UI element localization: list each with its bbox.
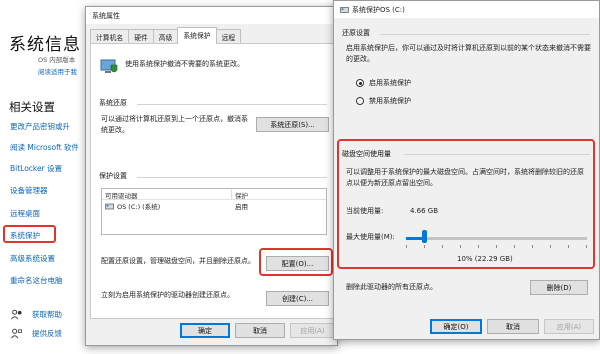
max-usage-label: 最大使用量(M): [346,233,395,241]
slider-thumb[interactable] [422,230,427,243]
max-usage-value: 10% (22.29 GB) [457,255,513,263]
column-protection[interactable]: 保护 [232,189,251,200]
license-terms-link[interactable]: 阅读适用于我 [38,66,77,76]
drive-cell: OS (C:) (系统) [102,201,232,211]
slider-tick [442,245,443,248]
enable-protection-radio[interactable]: 启用系统保护 [356,78,411,88]
create-description: 立刻为启用系统保护的驱动器创建还原点。 [101,291,234,299]
delete-description: 删除此驱动器的所有还原点。 [346,283,437,291]
disable-protection-label: 禁用系统保护 [369,97,411,105]
divider [404,154,590,155]
column-drives[interactable]: 可用驱动器 [102,189,232,200]
ok-button[interactable]: 确定(O) [430,319,482,334]
slider-tick [550,245,551,248]
radio-dot [356,97,364,105]
system-protection-dialog: 系统保护OS (C:) 还原设置 启用系统保护后，你可以通过及时将计算机还原到以… [333,0,600,340]
tab-hardware[interactable]: 硬件 [128,29,154,44]
page-title: 系统信息 [9,35,81,55]
intro-text: 使用系统保护撤消不需要的系统更改。 [125,60,244,68]
max-usage-slider[interactable] [406,237,587,240]
slider-tick [586,245,587,248]
os-build-label: OS 内部版本 [38,56,76,64]
create-button[interactable]: 创建(C)... [266,291,329,306]
tab-advanced[interactable]: 高级 [152,29,179,44]
slider-tick [496,245,497,248]
configure-description: 配置还原设置，管理磁盘空间，并且删除还原点。 [101,257,255,265]
current-usage-value: 4.66 GB [410,207,439,215]
divider [137,104,327,105]
change-product-key-link[interactable]: 更改产品密钥或升 [10,121,70,132]
system-properties-titlebar[interactable]: 系统属性 [86,7,337,24]
drive-list[interactable]: 可用驱动器 保护 OS (C:) (系统) 启用 [101,188,327,235]
disk-usage-description: 可以调整用于系统保护的最大磁盘空间。占满空间时，系统将删除较旧的还原点以便为新还… [346,168,584,187]
restore-settings-description: 启用系统保护后，你可以通过及时将计算机还原到以前的某个状态来撤消不需要的更改。 [346,44,591,63]
dialog-title: 系统属性 [92,11,120,20]
divider [380,34,590,35]
tab-remote[interactable]: 远程 [215,29,242,44]
configure-highlight [259,248,333,276]
current-usage-label: 当前使用量: [346,207,384,215]
cancel-button[interactable]: 取消 [235,323,285,338]
protection-settings-heading: 保护设置 [99,172,127,180]
radio-dot-selected [356,79,364,87]
feedback-link[interactable]: 提供反馈 [11,328,62,339]
system-protection-shield-icon [100,59,118,73]
dialog-title: 系统保护OS (C:) [352,5,405,14]
bitlocker-settings-link[interactable]: BitLocker 设置 [10,163,62,174]
system-restore-heading: 系统还原 [99,99,127,107]
related-settings-heading: 相关设置 [9,100,55,114]
feedback-label: 提供反馈 [32,329,62,338]
apply-button[interactable]: 应用(A) [290,323,335,338]
help-person-icon [11,309,22,320]
advanced-system-settings-link[interactable]: 高级系统设置 [10,253,55,264]
drive-icon [105,203,114,209]
microsoft-license-link[interactable]: 阅读 Microsoft 软件 [10,142,79,153]
slider-ticks [406,245,587,248]
tab-computer-name[interactable]: 计算机名 [90,29,130,44]
tab-strip: 计算机名 硬件 高级 系统保护 远程 [90,27,242,44]
restore-description: 可以通过将计算机还原到上一个还原点，撤消系统更改。 [101,115,248,134]
drive-name: OS (C:) (系统) [117,203,161,211]
drive-row[interactable]: OS (C:) (系统) 启用 [102,200,326,212]
drive-icon [340,6,349,13]
system-protection-highlight [3,225,56,243]
restore-settings-heading: 还原设置 [342,29,370,37]
drive-list-header: 可用驱动器 保护 [102,189,326,200]
drive-protection-status: 启用 [235,203,248,211]
divider [137,177,327,178]
get-help-link[interactable]: 获取帮助 [11,309,62,320]
enable-protection-label: 启用系统保护 [369,79,411,87]
slider-tick [406,245,407,248]
slider-tick [424,245,425,248]
system-restore-button[interactable]: 系统还原(S)... [256,117,329,132]
system-protection-titlebar[interactable]: 系统保护OS (C:) [334,1,599,18]
slider-tick [514,245,515,248]
remote-desktop-link[interactable]: 远程桌面 [10,208,40,219]
slider-tick [478,245,479,248]
system-protection-panel: 使用系统保护撤消不需要的系统更改。 系统还原 可以通过将计算机还原到上一个还原点… [90,43,334,319]
slider-tick [460,245,461,248]
tab-system-protection[interactable]: 系统保护 [177,27,217,44]
slider-tick [532,245,533,248]
disk-usage-heading: 磁盘空间使用量 [342,150,391,158]
ok-button[interactable]: 确定 [180,323,230,338]
get-help-label: 获取帮助 [32,310,62,319]
disable-protection-radio[interactable]: 禁用系统保护 [356,96,411,106]
apply-button[interactable]: 应用(A) [544,319,594,334]
system-properties-dialog: 系统属性 计算机名 硬件 高级 系统保护 远程 使用系统保护撤消不需要的系统更改… [85,6,338,346]
delete-button[interactable]: 删除(D) [530,280,588,295]
cancel-button[interactable]: 取消 [487,319,539,334]
device-manager-link[interactable]: 设备管理器 [10,185,48,196]
rename-pc-link[interactable]: 重命名这台电脑 [10,275,63,286]
slider-tick [568,245,569,248]
feedback-person-icon [11,328,22,339]
